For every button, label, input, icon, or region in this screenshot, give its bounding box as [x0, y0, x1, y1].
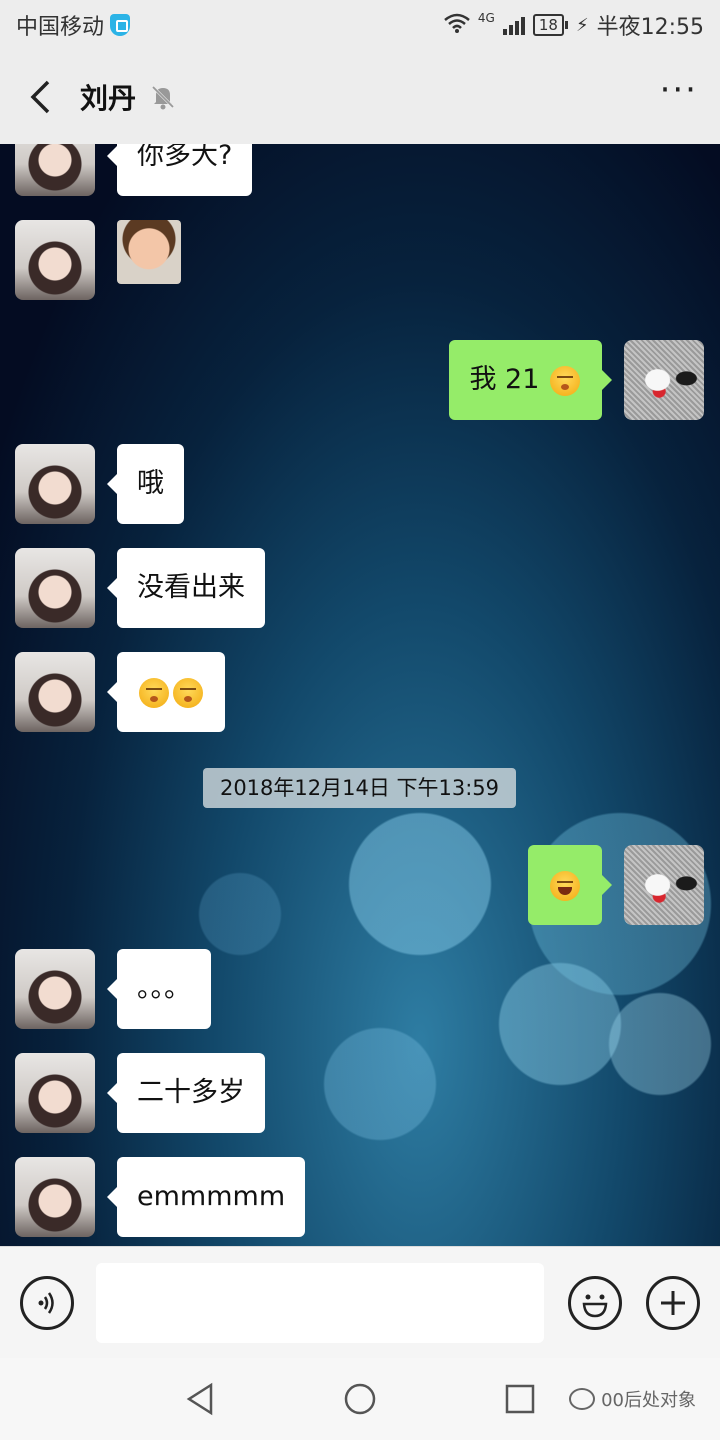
message-bubble[interactable]: 哦: [107, 444, 184, 524]
contact-avatar[interactable]: [15, 548, 95, 628]
message-incoming: 没看出来: [15, 548, 265, 628]
smiley-icon: [582, 1294, 608, 1317]
message-bubble[interactable]: [107, 652, 225, 732]
plus-icon: [661, 1290, 685, 1315]
battery-icon: 18: [532, 14, 569, 36]
status-right: 4G 18 ⚡ 半夜12:55: [444, 9, 704, 41]
message-bubble[interactable]: 你多大?: [106, 144, 253, 196]
message-bubble[interactable]: 二十多岁: [107, 1053, 265, 1133]
wifi-icon: [444, 13, 470, 38]
chevron-left-icon: [30, 80, 50, 114]
nav-back-button[interactable]: [183, 1382, 217, 1416]
chat-header: 刘丹 ···: [0, 50, 720, 144]
emoji-button[interactable]: [568, 1275, 622, 1330]
laughing-tears-emoji-icon: [550, 870, 580, 901]
message-incoming: emmmmm: [15, 1157, 306, 1237]
message-incoming: [15, 652, 225, 732]
signal-icon: [502, 15, 525, 35]
message-incoming: 二十多岁: [15, 1053, 265, 1133]
message-bubble[interactable]: 。。。: [107, 949, 211, 1029]
contact-avatar[interactable]: [15, 949, 95, 1029]
voice-button[interactable]: [20, 1275, 74, 1330]
system-nav-bar: 00后处对象: [0, 1358, 720, 1440]
message-bubble[interactable]: 没看出来: [107, 548, 265, 628]
nav-recents-button[interactable]: [503, 1382, 537, 1416]
message-bubble[interactable]: [528, 845, 612, 925]
network-type-label: 4G: [477, 11, 495, 25]
message-input[interactable]: [96, 1262, 544, 1343]
sticker-image[interactable]: [117, 220, 181, 284]
chat-title: 刘丹: [80, 82, 137, 115]
kissing-emoji-icon: [550, 365, 580, 396]
back-button[interactable]: [22, 79, 58, 115]
kissing-emoji-icon: [173, 677, 203, 708]
message-incoming: 你多大?: [15, 144, 253, 196]
self-avatar[interactable]: [624, 340, 704, 420]
contact-avatar[interactable]: [15, 444, 95, 524]
message-incoming: 。。。: [15, 949, 211, 1029]
wechat-icon: [569, 1388, 596, 1410]
carrier-label: 中国移动: [16, 15, 105, 40]
nav-home-button[interactable]: [343, 1382, 377, 1416]
message-bubble[interactable]: 我 21: [449, 340, 612, 420]
shield-icon: [110, 14, 131, 36]
contact-avatar[interactable]: [15, 1053, 95, 1133]
contact-avatar[interactable]: [15, 1157, 95, 1237]
message-incoming: [15, 220, 181, 300]
more-functions-button[interactable]: [646, 1275, 700, 1330]
contact-avatar[interactable]: [15, 220, 95, 300]
self-avatar[interactable]: [624, 845, 704, 925]
more-options-button[interactable]: ···: [660, 73, 698, 121]
contact-avatar[interactable]: [15, 144, 95, 196]
message-incoming: 哦: [15, 444, 184, 524]
watermark: 00后处对象: [569, 1386, 696, 1412]
contact-avatar[interactable]: [15, 652, 95, 732]
mute-bell-icon: [151, 85, 175, 110]
watermark-label: 00后处对象: [601, 1390, 696, 1411]
message-timestamp: 2018年12月14日 下午13:59: [203, 768, 516, 808]
chat-area[interactable]: 你多大? 我 21 哦 没看出来 2018年12月14日 下午13:59 。。。…: [0, 144, 720, 1246]
status-bar: 中国移动 4G 18 ⚡ 半夜12:55: [0, 0, 720, 50]
clock-label: 半夜12:55: [596, 15, 704, 40]
message-bubble[interactable]: emmmmm: [106, 1157, 306, 1237]
message-text: 我 21: [469, 364, 540, 395]
charging-icon: ⚡: [575, 14, 589, 36]
input-actions: [568, 1275, 700, 1330]
kissing-emoji-icon: [139, 677, 169, 708]
input-bar: [0, 1246, 720, 1358]
message-outgoing: [528, 845, 704, 925]
message-outgoing: 我 21: [449, 340, 704, 420]
voice-icon: [38, 1291, 54, 1314]
status-left: 中国移动: [16, 9, 131, 41]
